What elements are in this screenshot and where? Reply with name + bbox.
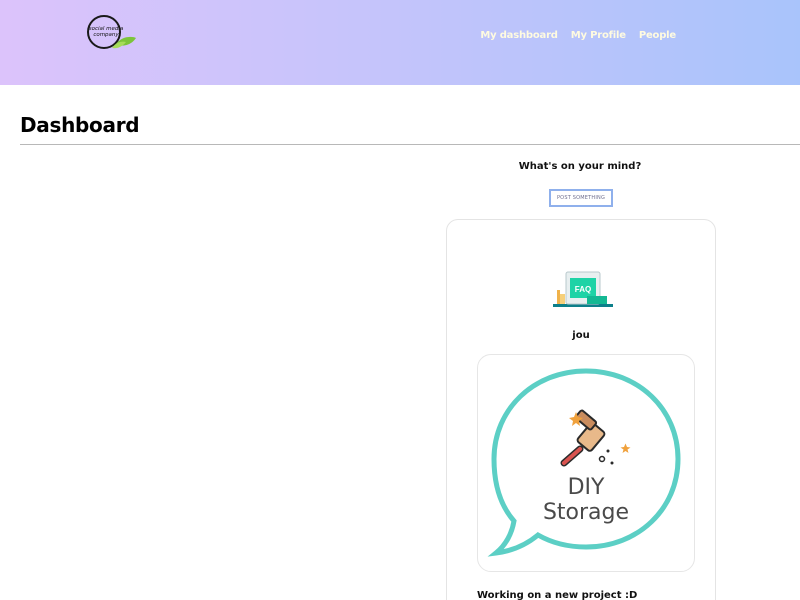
post-something-button[interactable]: POST SOMETHING — [549, 189, 613, 207]
post-image[interactable]: DIY Storage — [477, 354, 695, 572]
nav-my-profile[interactable]: My Profile — [571, 30, 626, 41]
author-avatar[interactable]: FAQ — [549, 268, 613, 314]
main-nav: My dashboard My Profile People — [480, 30, 676, 41]
nav-people[interactable]: People — [639, 30, 676, 41]
page-title: Dashboard — [20, 113, 140, 137]
image-text-line1: DIY — [568, 475, 605, 500]
title-divider — [20, 144, 800, 145]
post-author[interactable]: jou — [447, 330, 715, 341]
faq-label: FAQ — [575, 285, 591, 294]
faq-avatar-icon: FAQ — [553, 271, 613, 307]
speech-bubble-shape — [487, 368, 681, 557]
logo-text: social media company — [88, 26, 124, 38]
site-header: social media company My dashboard My Pro… — [0, 0, 800, 85]
diy-storage-image: DIY Storage — [487, 368, 681, 557]
nav-my-dashboard[interactable]: My dashboard — [480, 30, 558, 41]
composer-prompt: What's on your mind? — [518, 161, 642, 172]
more-options-icon[interactable]: ⋯ — [689, 596, 699, 600]
site-logo[interactable]: social media company — [82, 14, 138, 54]
post-card: FAQ jou DIY Storage Working on a new pro… — [446, 219, 716, 600]
image-text-line2: Storage — [543, 500, 629, 525]
post-caption: Working on a new project :D — [477, 590, 638, 600]
